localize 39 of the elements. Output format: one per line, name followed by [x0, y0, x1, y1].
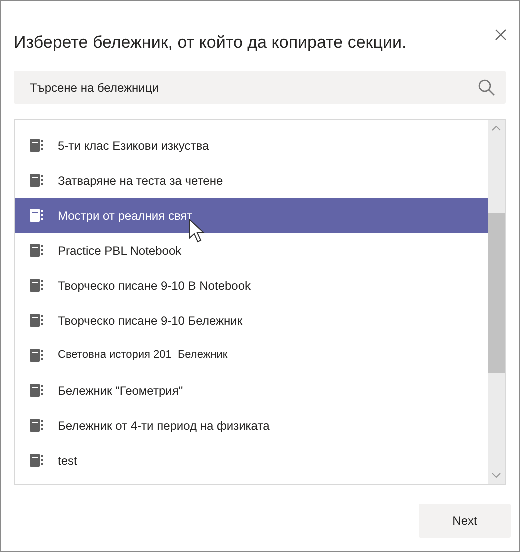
notebook-item[interactable]: Бележник "Геометрия"	[15, 373, 488, 408]
search-field[interactable]: Търсене на бележници	[14, 71, 506, 104]
next-button[interactable]: Next	[419, 504, 511, 538]
search-icon	[478, 79, 496, 97]
notebook-icon	[30, 349, 44, 362]
dialog-title: Изберете бележник, от който да копирате секции.	[14, 32, 407, 54]
notebook-icon	[30, 419, 44, 432]
notebook-name: test	[58, 452, 78, 470]
notebook-item[interactable]: Творческо писане 9-10 B Notebook	[15, 268, 488, 303]
notebook-item[interactable]: 5-ти клас Езикови изкуства	[15, 128, 488, 163]
notebook-name: 5-ти клас Езикови изкуства	[58, 138, 210, 154]
notebook-icon	[30, 454, 44, 467]
notebook-name: Затваряне на теста за четене	[58, 172, 224, 190]
close-button[interactable]	[493, 27, 509, 43]
notebook-icon	[30, 209, 44, 222]
notebook-icon	[30, 244, 44, 257]
scrollbar[interactable]	[488, 120, 505, 484]
notebook-item[interactable]: Затваряне на теста за четене	[15, 163, 488, 198]
notebook-name: Бележник от 4-ти период на физиката	[58, 418, 270, 434]
notebook-icon	[30, 384, 44, 397]
notebook-item[interactable]: test	[15, 443, 488, 478]
notebook-name: Бележник "Геометрия"	[58, 382, 184, 400]
notebook-name: Мостри от реалния свят	[58, 208, 193, 224]
mouse-pointer-icon	[189, 219, 206, 244]
notebook-icon	[30, 174, 44, 187]
notebook-icon	[30, 279, 44, 292]
notebook-icon	[30, 314, 44, 327]
scroll-up-icon[interactable]	[492, 126, 501, 131]
notebook-item[interactable]: Мостри от реалния свят	[15, 198, 488, 233]
notebook-item[interactable]: Световна история 201 Бележник	[15, 338, 488, 373]
notebook-name: Творческо писане 9-10 Бележник	[58, 312, 243, 330]
notebook-item[interactable]: Бележник от 4-ти период на физиката	[15, 408, 488, 443]
notebook-icon	[30, 139, 44, 152]
scroll-down-icon[interactable]	[492, 473, 501, 478]
notebook-name: Световна история 201 Бележник	[58, 348, 228, 364]
notebook-name: Practice PBL Notebook	[58, 242, 182, 260]
notebook-item[interactable]: Practice PBL Notebook	[15, 233, 488, 268]
notebook-name: Творческо писане 9-10 B Notebook	[58, 278, 252, 294]
notebook-item[interactable]: Творческо писане 9-10 Бележник	[15, 303, 488, 338]
